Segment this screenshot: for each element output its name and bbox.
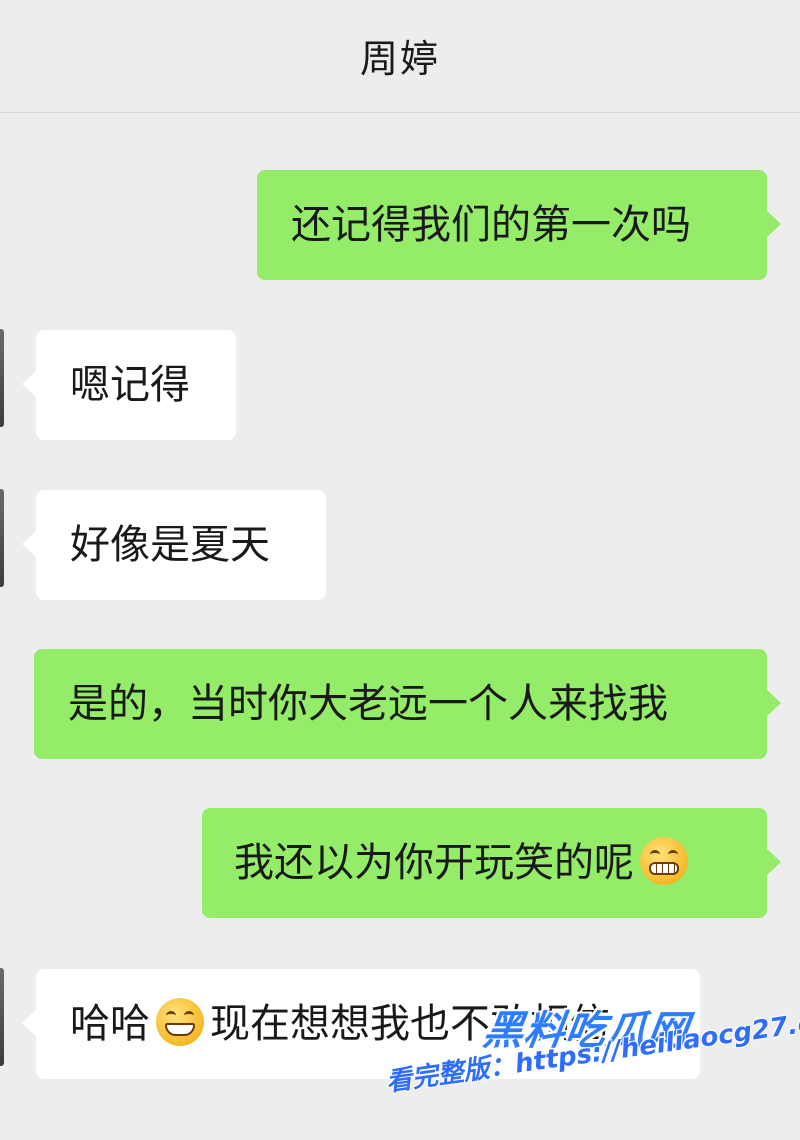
message-text-after: 现在想想我也不敢相信 xyxy=(210,1001,610,1047)
contact-name[interactable]: 周婷 xyxy=(0,28,800,83)
message-text: 好像是夏天 xyxy=(70,522,270,568)
message-list[interactable]: 还记得我们的第一次吗 嗯记得 好像是夏天 是的，当时你大老远一个人来找我 我还以… xyxy=(0,113,800,1140)
chat-header: 周婷 xyxy=(0,0,800,113)
contact-avatar[interactable] xyxy=(0,329,4,427)
message-text: 嗯记得 xyxy=(70,362,190,408)
message-bubble-sent[interactable]: 是的，当时你大老远一个人来找我 xyxy=(34,649,781,759)
contact-avatar[interactable] xyxy=(0,489,4,587)
grimace-emoji-icon xyxy=(640,837,688,885)
message-text: 是的，当时你大老远一个人来找我 xyxy=(68,681,668,727)
message-text-before: 哈哈 xyxy=(70,1001,150,1047)
message-bubble-received[interactable]: 哈哈 现在想想我也不敢相信 xyxy=(22,969,700,1079)
message-bubble-sent[interactable]: 还记得我们的第一次吗 xyxy=(257,170,781,280)
grin-emoji-icon xyxy=(156,998,204,1046)
contact-avatar[interactable] xyxy=(0,968,4,1066)
message-text: 我还以为你开玩笑的呢 xyxy=(234,840,634,886)
message-bubble-received[interactable]: 好像是夏天 xyxy=(22,490,326,600)
message-text: 还记得我们的第一次吗 xyxy=(291,202,691,248)
message-bubble-received[interactable]: 嗯记得 xyxy=(22,330,236,440)
message-bubble-sent[interactable]: 我还以为你开玩笑的呢 xyxy=(202,808,781,918)
